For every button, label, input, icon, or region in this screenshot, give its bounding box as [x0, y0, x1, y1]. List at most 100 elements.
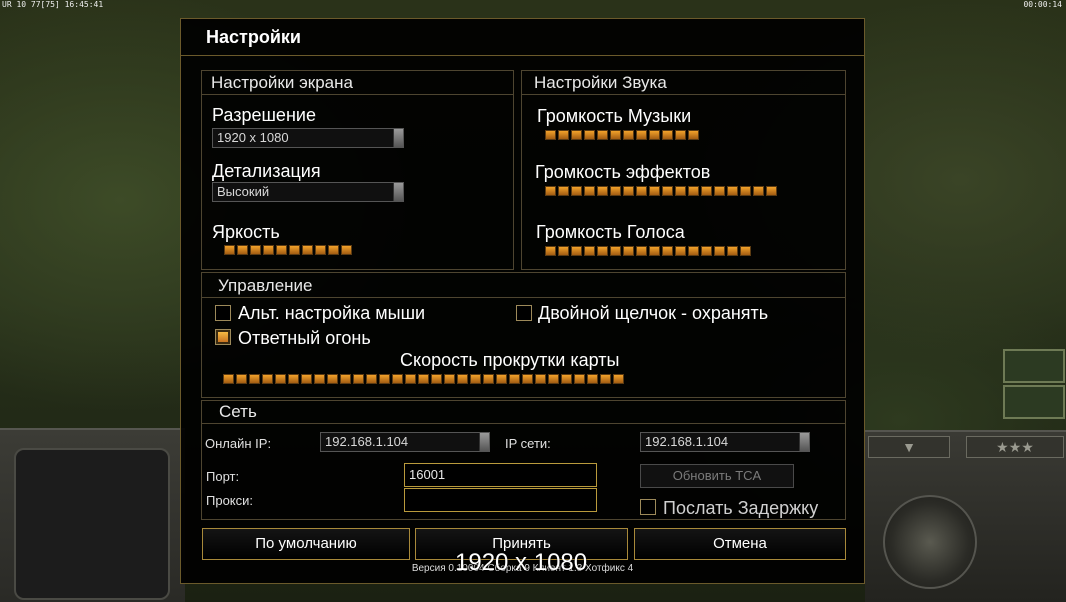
slider-segment[interactable] — [249, 374, 260, 384]
slider-segment[interactable] — [688, 130, 699, 140]
effects-volume-slider[interactable] — [545, 186, 779, 198]
slider-segment[interactable] — [328, 245, 339, 255]
rank-stars-button[interactable]: ★★★ — [966, 436, 1064, 458]
slider-segment[interactable] — [701, 186, 712, 196]
target-icon[interactable] — [1003, 385, 1065, 419]
slider-segment[interactable] — [740, 186, 751, 196]
slider-segment[interactable] — [584, 246, 595, 256]
slider-segment[interactable] — [302, 245, 313, 255]
slider-segment[interactable] — [483, 374, 494, 384]
slider-segment[interactable] — [496, 374, 507, 384]
slider-segment[interactable] — [766, 186, 777, 196]
detail-select[interactable]: Высокий — [212, 182, 404, 202]
slider-segment[interactable] — [548, 374, 559, 384]
slider-segment[interactable] — [727, 186, 738, 196]
slider-segment[interactable] — [288, 374, 299, 384]
slider-segment[interactable] — [584, 130, 595, 140]
cancel-button[interactable]: Отмена — [634, 528, 846, 560]
slider-segment[interactable] — [675, 130, 686, 140]
port-input[interactable]: 16001 — [404, 463, 597, 487]
slider-segment[interactable] — [275, 374, 286, 384]
slider-segment[interactable] — [470, 374, 481, 384]
slider-segment[interactable] — [610, 130, 621, 140]
slider-segment[interactable] — [649, 186, 660, 196]
slider-segment[interactable] — [610, 186, 621, 196]
slider-segment[interactable] — [714, 186, 725, 196]
slider-segment[interactable] — [250, 245, 261, 255]
slider-segment[interactable] — [688, 186, 699, 196]
slider-segment[interactable] — [623, 130, 634, 140]
slider-segment[interactable] — [753, 186, 764, 196]
slider-segment[interactable] — [597, 130, 608, 140]
slider-segment[interactable] — [276, 245, 287, 255]
slider-segment[interactable] — [545, 186, 556, 196]
slider-segment[interactable] — [289, 245, 300, 255]
slider-segment[interactable] — [662, 130, 673, 140]
slider-segment[interactable] — [636, 186, 647, 196]
slider-segment[interactable] — [636, 130, 647, 140]
slider-segment[interactable] — [545, 130, 556, 140]
brightness-slider[interactable] — [224, 245, 354, 257]
update-tca-button[interactable]: Обновить TCA — [640, 464, 794, 488]
slider-segment[interactable] — [597, 186, 608, 196]
slider-segment[interactable] — [224, 245, 235, 255]
defaults-button[interactable]: По умолчанию — [202, 528, 410, 560]
slider-segment[interactable] — [379, 374, 390, 384]
slider-segment[interactable] — [558, 130, 569, 140]
slider-segment[interactable] — [263, 245, 274, 255]
scroll-speed-slider[interactable] — [223, 374, 626, 386]
slider-segment[interactable] — [237, 245, 248, 255]
lan-ip-select[interactable]: 192.168.1.104 — [640, 432, 810, 452]
slider-segment[interactable] — [613, 374, 624, 384]
slider-segment[interactable] — [587, 374, 598, 384]
slider-segment[interactable] — [535, 374, 546, 384]
slider-segment[interactable] — [545, 246, 556, 256]
slider-segment[interactable] — [522, 374, 533, 384]
slider-segment[interactable] — [610, 246, 621, 256]
slider-segment[interactable] — [341, 245, 352, 255]
slider-segment[interactable] — [714, 246, 725, 256]
slider-segment[interactable] — [558, 246, 569, 256]
slider-segment[interactable] — [623, 186, 634, 196]
dropdown-arrow-icon[interactable] — [393, 129, 403, 147]
return-fire-checkbox[interactable] — [215, 329, 231, 345]
dropdown-arrow-icon[interactable] — [799, 433, 809, 451]
dropdown-arrow-icon[interactable] — [479, 433, 489, 451]
slider-segment[interactable] — [636, 246, 647, 256]
slider-segment[interactable] — [649, 246, 660, 256]
slider-segment[interactable] — [662, 186, 673, 196]
slider-segment[interactable] — [327, 374, 338, 384]
slider-segment[interactable] — [301, 374, 312, 384]
slider-segment[interactable] — [392, 374, 403, 384]
slider-segment[interactable] — [584, 186, 595, 196]
slider-segment[interactable] — [366, 374, 377, 384]
dropdown-arrow-icon[interactable] — [393, 183, 403, 201]
slider-segment[interactable] — [223, 374, 234, 384]
slider-segment[interactable] — [740, 246, 751, 256]
slider-segment[interactable] — [315, 245, 326, 255]
double-click-checkbox[interactable] — [516, 305, 532, 321]
hud-dropdown-button[interactable]: ▼ — [868, 436, 950, 458]
slider-segment[interactable] — [675, 246, 686, 256]
slider-segment[interactable] — [418, 374, 429, 384]
slider-segment[interactable] — [571, 186, 582, 196]
voice-volume-slider[interactable] — [545, 246, 753, 258]
alt-mouse-checkbox[interactable] — [215, 305, 231, 321]
slider-segment[interactable] — [600, 374, 611, 384]
resolution-select[interactable]: 1920 x 1080 — [212, 128, 404, 148]
slider-segment[interactable] — [558, 186, 569, 196]
slider-segment[interactable] — [701, 246, 712, 256]
slider-segment[interactable] — [405, 374, 416, 384]
slider-segment[interactable] — [561, 374, 572, 384]
slider-segment[interactable] — [727, 246, 738, 256]
send-delay-checkbox[interactable] — [640, 499, 656, 515]
slider-segment[interactable] — [597, 246, 608, 256]
slider-segment[interactable] — [444, 374, 455, 384]
slider-segment[interactable] — [457, 374, 468, 384]
slider-segment[interactable] — [571, 246, 582, 256]
online-ip-select[interactable]: 192.168.1.104 — [320, 432, 490, 452]
slider-segment[interactable] — [649, 130, 660, 140]
slider-segment[interactable] — [675, 186, 686, 196]
slider-segment[interactable] — [314, 374, 325, 384]
slider-segment[interactable] — [509, 374, 520, 384]
